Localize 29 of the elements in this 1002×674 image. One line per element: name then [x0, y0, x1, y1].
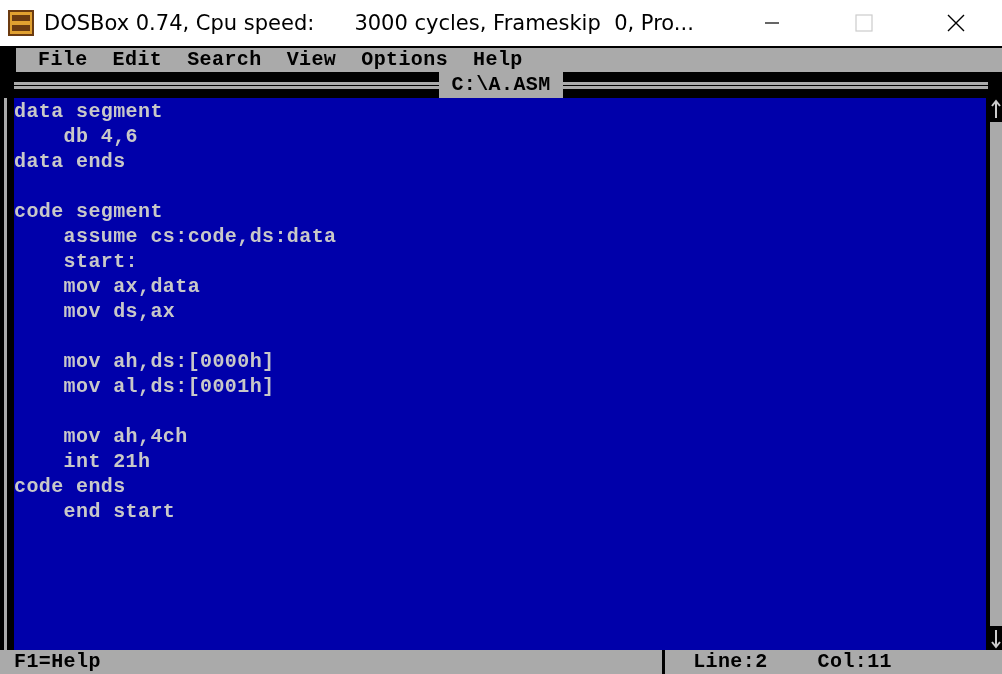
- code-line: data segment: [14, 99, 164, 124]
- menu-item[interactable]: File: [38, 48, 88, 72]
- code-line: int 21h: [62, 449, 152, 474]
- editor-area[interactable]: data segment db 4,6 data ends code segment assume cs:code,ds:data start: mov ax,data mov ds,ax mov ah,ds:[0000h] mov al,ds:[0001h] mov ah,4ch int 21h code ends end start: [14, 98, 986, 650]
- code-line: mov al,ds:[0001h]: [62, 374, 276, 399]
- code-line: start:: [62, 249, 140, 274]
- code-line: assume cs:code,ds:data: [62, 224, 338, 249]
- code-line: end start: [62, 499, 177, 524]
- menu-item[interactable]: Options: [361, 48, 449, 72]
- window-title: DOSBox 0.74, Cpu speed: 3000 cycles, Frameskip 0, Pro...: [44, 11, 695, 35]
- file-title: C:\A.ASM: [439, 72, 563, 98]
- menu-item[interactable]: Edit: [112, 48, 163, 72]
- line-indicator: Line:2: [693, 650, 768, 674]
- scrollbar[interactable]: [990, 98, 1002, 650]
- close-icon[interactable]: [947, 14, 965, 32]
- code-line: code segment: [14, 199, 164, 224]
- code-line: data ends: [14, 149, 127, 174]
- code-line: db 4,6: [62, 124, 140, 149]
- code-line: mov ah,ds:[0000h]: [62, 349, 276, 374]
- menu-item[interactable]: View: [286, 48, 337, 72]
- help-hint: F1=Help: [14, 650, 101, 674]
- code-line: mov ax,data: [62, 274, 202, 299]
- code-line: code ends: [14, 474, 127, 499]
- menu-item[interactable]: Help: [473, 48, 523, 72]
- menu-item[interactable]: Search: [187, 48, 262, 72]
- code-line: mov ds,ax: [62, 299, 177, 324]
- code-line: mov ah,4ch: [62, 424, 189, 449]
- column-indicator: Col:11: [817, 650, 892, 674]
- app-icon: [8, 10, 34, 36]
